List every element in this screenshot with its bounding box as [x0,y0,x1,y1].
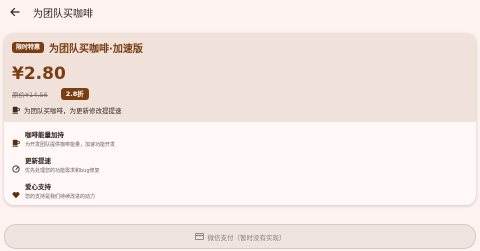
feature-title: 爱心支持 [25,183,51,191]
wechat-pay-button[interactable]: 微信支付（暂时没有实现） [4,224,476,249]
feature-title: 更新提速 [25,157,51,165]
product-name: 为团队买咖啡·加速版 [49,44,143,55]
back-button[interactable] [6,3,24,21]
price: ¥2.80 [12,64,66,84]
limited-offer-badge: 限时特惠 [12,42,45,53]
product-card: 限时特惠 为团队买咖啡·加速版 ¥2.80 原价¥14.56 2.8折 为团队买… [4,33,476,205]
arrow-left-icon [10,7,20,17]
page-title: 为团队买咖啡 [33,8,93,20]
coffee-cup-icon [12,139,20,147]
feature-item: 爱心支持 您的支持是我们持续改进的动力 [12,183,468,203]
original-price: 原价¥14.56 [12,91,48,99]
speedometer-icon [12,165,20,173]
heart-icon [12,192,20,199]
slogan-text: 为团队买咖啡，为更新修改提提速 [24,107,122,115]
feature-description: 您的支持是我们持续改进的动力 [25,194,96,200]
feature-item: 更新提速 优先处理您的功能需求和bug修复 [12,157,468,177]
product-summary: 限时特惠 为团队买咖啡·加速版 ¥2.80 原价¥14.56 2.8折 为团队买… [4,33,476,122]
credit-card-icon [194,233,204,240]
feature-item: 咖啡能量加持 为开发团队提供咖啡能量，加速功能开发 [12,131,468,151]
discount-badge: 2.8折 [60,88,89,100]
feature-description: 为开发团队提供咖啡能量，加速功能开发 [25,142,116,148]
feature-description: 优先处理您的功能需求和bug修复 [25,168,100,174]
coffee-cup-icon [12,106,20,114]
feature-list: 咖啡能量加持 为开发团队提供咖啡能量，加速功能开发 更新提速 优先处理您的功能需… [4,122,476,203]
top-app-bar: 为团队买咖啡 [0,0,480,24]
pay-button-label: 微信支付（暂时没有实现） [207,233,286,242]
feature-title: 咖啡能量加持 [25,131,64,139]
